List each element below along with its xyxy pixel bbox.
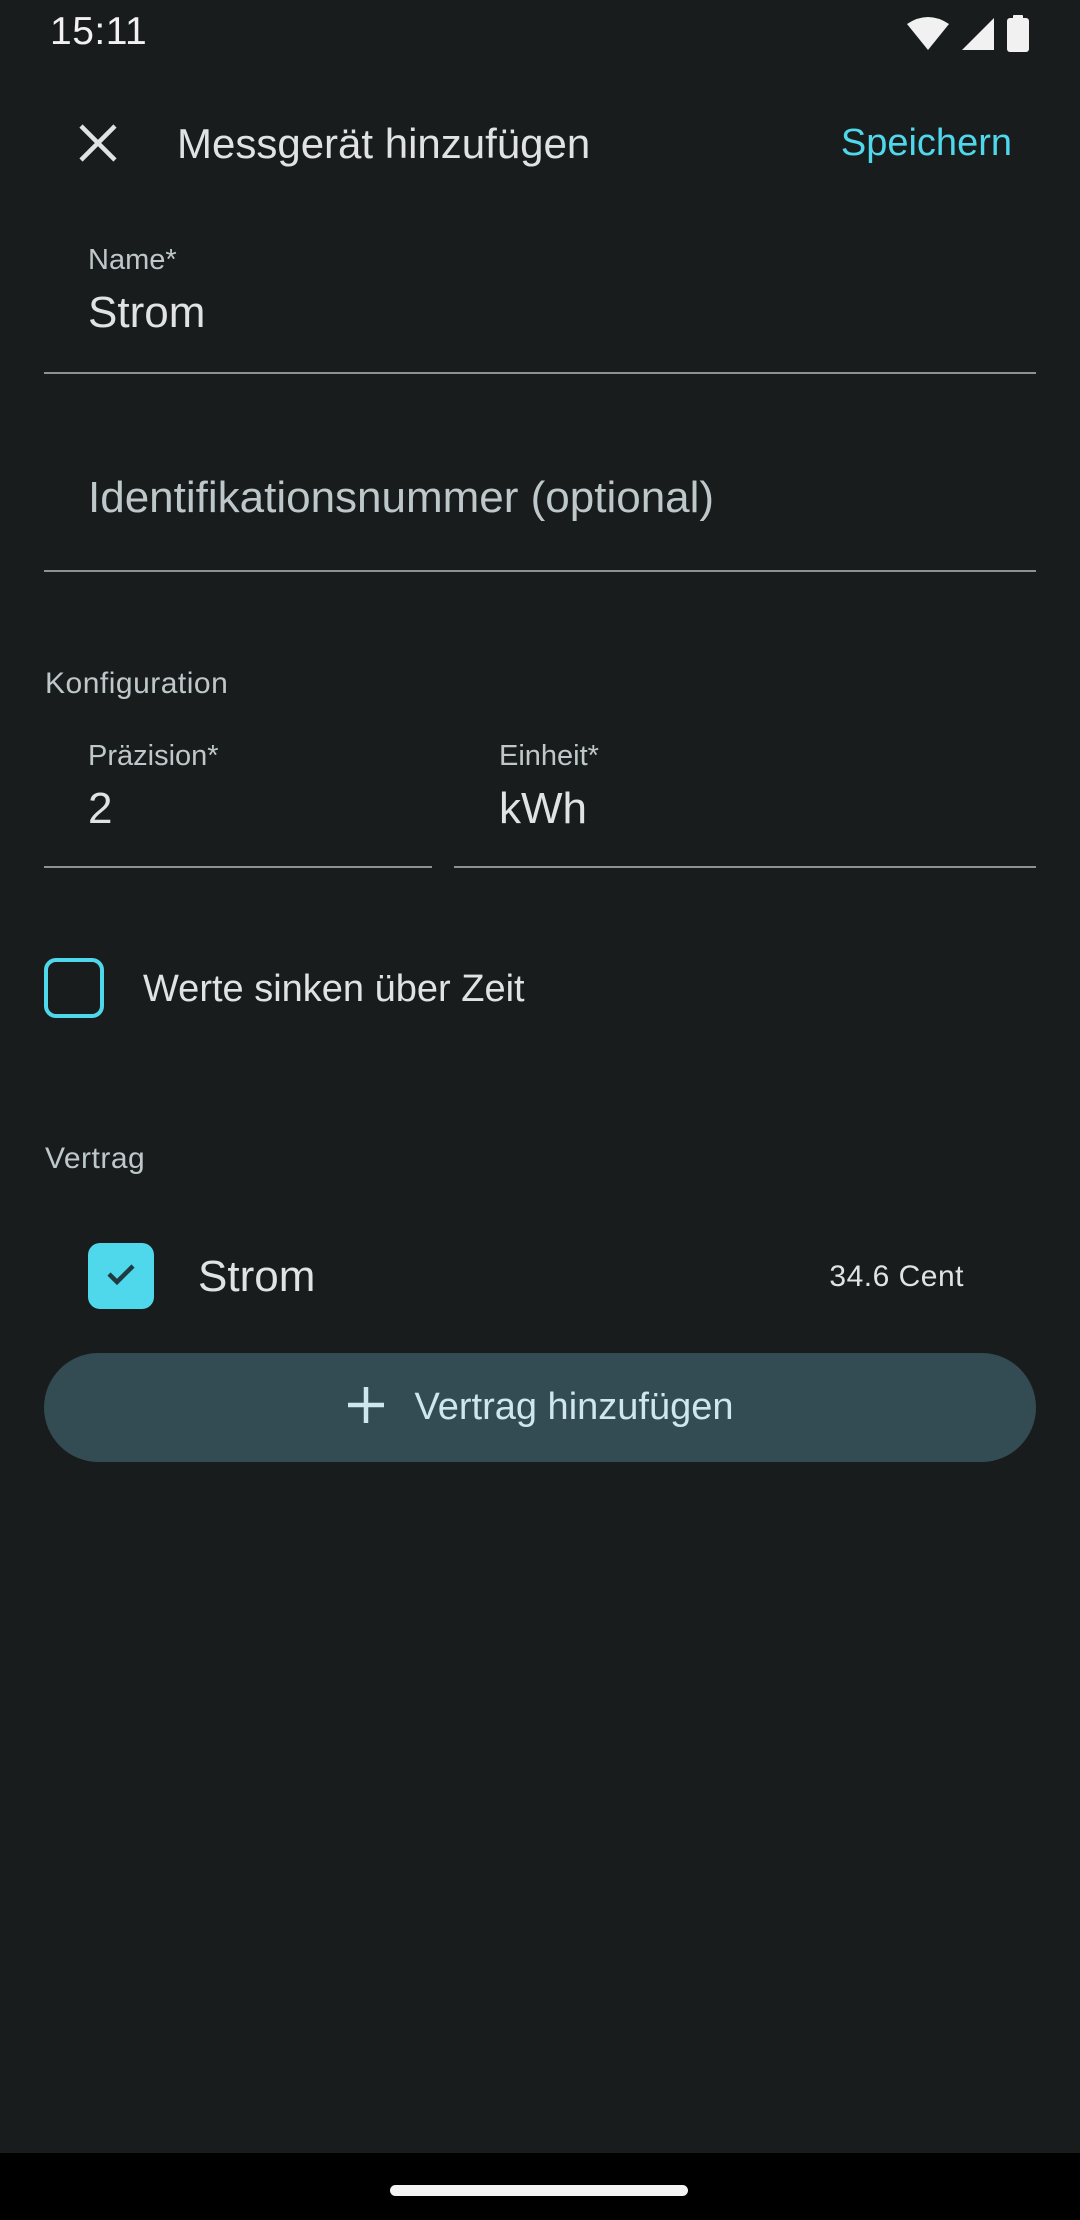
contract-checkbox[interactable] <box>88 1243 154 1309</box>
app-screen: 15:11 Messgerät hinzufügen Speichern Nam… <box>0 0 1080 2220</box>
configuration-section-label: Konfiguration <box>45 667 229 700</box>
battery-icon <box>1006 15 1030 53</box>
precision-field[interactable]: Präzision* 2 <box>44 732 432 868</box>
close-button[interactable] <box>62 109 134 181</box>
close-icon <box>78 123 118 168</box>
unit-field-label: Einheit* <box>499 740 599 772</box>
wifi-icon <box>906 16 950 52</box>
identification-number-placeholder: Identifikationsnummer (optional) <box>88 473 715 522</box>
values-decrease-checkbox-row[interactable]: Werte sinken über Zeit <box>44 956 1036 1026</box>
precision-field-label: Präzision* <box>88 740 219 772</box>
values-decrease-label: Werte sinken über Zeit <box>143 968 525 1010</box>
values-decrease-checkbox[interactable] <box>44 958 104 1018</box>
contract-price: 34.6 Cent <box>829 1260 964 1293</box>
contract-list-item[interactable]: Strom 34.6 Cent <box>44 1230 1036 1326</box>
status-icons <box>906 14 1030 54</box>
top-app-bar: Messgerät hinzufügen Speichern <box>0 100 1080 190</box>
save-button[interactable]: Speichern <box>841 122 1012 165</box>
unit-field[interactable]: Einheit* kWh <box>454 732 1036 868</box>
add-contract-label: Vertrag hinzufügen <box>414 1386 734 1428</box>
plus-icon <box>346 1385 386 1430</box>
identification-number-field[interactable]: Identifikationsnummer (optional) <box>44 432 1036 572</box>
status-bar: 15:11 <box>0 0 1080 66</box>
name-field-label: Name* <box>88 244 177 276</box>
name-field[interactable]: Name* Strom <box>44 236 1036 374</box>
page-title: Messgerät hinzufügen <box>177 120 591 167</box>
contract-name: Strom <box>198 1252 316 1301</box>
cell-signal-icon <box>960 16 996 52</box>
unit-field-value: kWh <box>499 784 587 833</box>
check-icon <box>103 1256 139 1297</box>
add-contract-button[interactable]: Vertrag hinzufügen <box>44 1353 1036 1462</box>
system-navigation-bar <box>0 2153 1080 2220</box>
precision-field-value: 2 <box>88 784 113 833</box>
status-time: 15:11 <box>50 10 148 53</box>
add-contract-button-content: Vertrag hinzufügen <box>346 1385 734 1430</box>
home-gesture-handle[interactable] <box>390 2185 688 2196</box>
contract-section-label: Vertrag <box>45 1142 146 1175</box>
name-field-value: Strom <box>88 288 206 337</box>
